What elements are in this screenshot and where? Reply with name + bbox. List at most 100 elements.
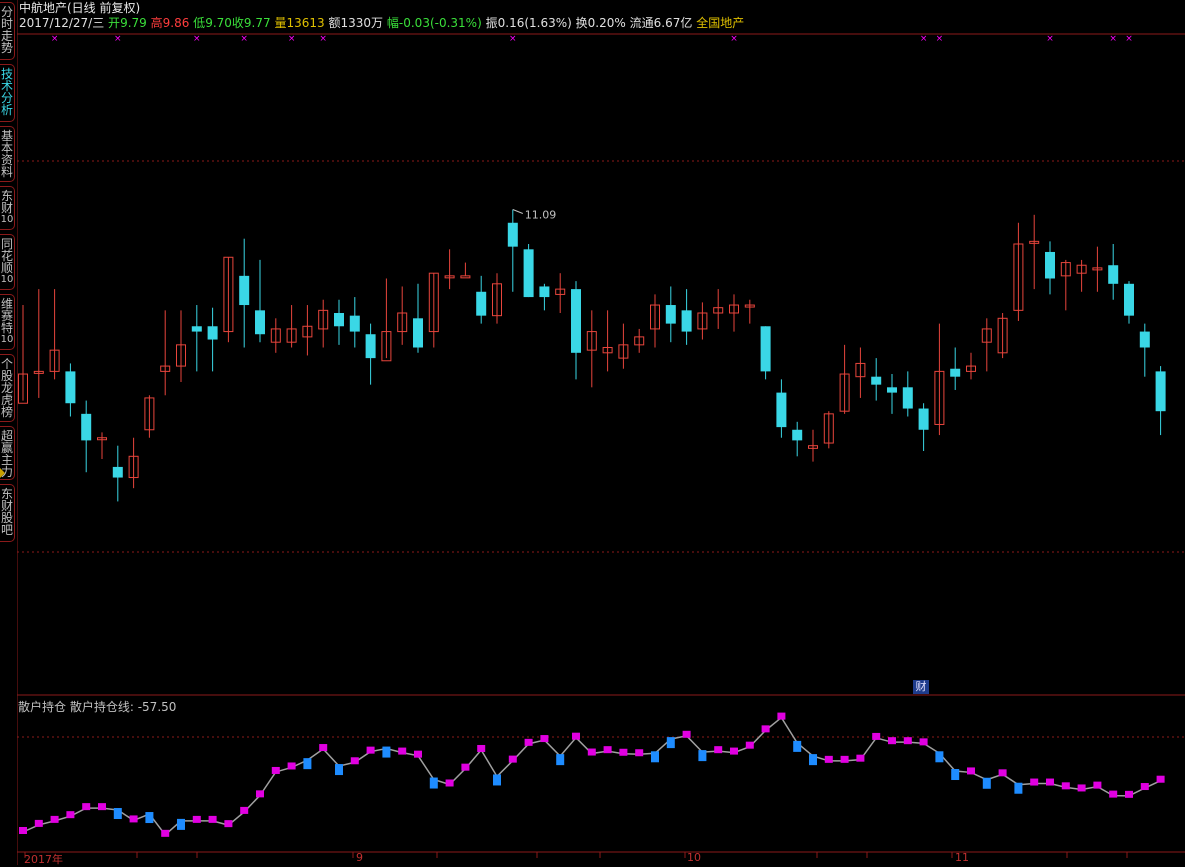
indicator-bar-up bbox=[1030, 778, 1039, 786]
indicator-bar-down bbox=[951, 769, 960, 781]
indicator-bar-up bbox=[840, 755, 849, 763]
sidebar-tab-label: 同花顺 bbox=[0, 237, 13, 275]
sidebar-tab-0[interactable]: 分时走势 bbox=[0, 2, 15, 60]
sidebar-tab-8[interactable]: 东财股吧 bbox=[0, 484, 15, 542]
indicator-bar-up bbox=[477, 744, 486, 752]
indicator-bar-up bbox=[919, 738, 928, 746]
indicator-bar-up bbox=[271, 766, 280, 774]
candle-body-down bbox=[887, 387, 897, 393]
sidebar-tab-6[interactable]: 个股龙虎榜 bbox=[0, 354, 15, 422]
candle-body-down bbox=[1045, 251, 1055, 279]
indicator-bar-up bbox=[603, 746, 612, 754]
signal-marker: × bbox=[51, 34, 59, 44]
candle-body-down bbox=[681, 310, 692, 332]
sidebar-tab-label: 东财 bbox=[0, 189, 13, 215]
signal-marker: × bbox=[920, 34, 928, 44]
indicator-bar-up bbox=[34, 819, 43, 827]
candle-body-down bbox=[1139, 331, 1150, 348]
indicator-bar-up bbox=[903, 737, 912, 745]
indicator-bar-up bbox=[967, 767, 975, 775]
sidebar-tab-3[interactable]: 东财 10 bbox=[0, 186, 15, 230]
indicator-bar-up bbox=[1140, 783, 1149, 791]
indicator-title: 散户持仓 散户持仓线: -57.50 bbox=[18, 698, 176, 715]
sidebar-tab-4[interactable]: 同花顺 10 bbox=[0, 234, 15, 290]
indicator-bar-up bbox=[682, 730, 691, 738]
signal-marker: × bbox=[114, 34, 122, 44]
signal-marker: × bbox=[193, 34, 201, 44]
indicator-bar-up bbox=[161, 829, 170, 837]
indicator-name: 散户持仓 bbox=[18, 700, 67, 714]
indicator-bar-up bbox=[540, 735, 549, 743]
indicator-bar-down bbox=[493, 774, 501, 786]
high-label: 11.09 bbox=[525, 209, 557, 222]
indicator-bar-up bbox=[745, 741, 754, 749]
indicator-bar-up bbox=[888, 737, 896, 745]
sidebar-tab-5[interactable]: 维赛特 10 bbox=[0, 294, 15, 350]
x-axis-label-sep: 9 bbox=[356, 851, 363, 864]
signal-marker: × bbox=[730, 34, 738, 44]
candle-body-down bbox=[65, 371, 76, 404]
candle-body-down bbox=[365, 334, 376, 359]
signal-marker: × bbox=[319, 34, 327, 44]
indicator-bar-up bbox=[619, 748, 628, 756]
indicator-bar-up bbox=[319, 744, 328, 752]
sidebar-tab-label: 分时走势 bbox=[0, 5, 13, 55]
indicator-bar-down bbox=[177, 818, 185, 830]
indicator-bar-up bbox=[872, 732, 881, 740]
indicator-bar-up bbox=[714, 746, 723, 754]
signal-marker: × bbox=[1109, 34, 1117, 44]
signal-marker: × bbox=[240, 34, 248, 44]
indicator-bar-up bbox=[192, 815, 201, 823]
indicator-bar-up bbox=[398, 747, 407, 755]
candle-body-down bbox=[81, 413, 92, 441]
indicator-bar-down bbox=[809, 754, 817, 766]
indicator-bar-up bbox=[461, 763, 470, 771]
indicator-bar-up bbox=[445, 779, 454, 787]
indicator-bar-up bbox=[224, 820, 233, 828]
finance-badge[interactable]: 财 bbox=[913, 680, 929, 694]
kline-chart[interactable]: × × × × × × × × × × × × × 11.09 bbox=[17, 0, 1185, 865]
candle-body-down bbox=[902, 387, 913, 409]
indicator-bar-up bbox=[19, 827, 27, 834]
candle-body-down bbox=[665, 305, 676, 324]
indicator-bar-up bbox=[1125, 790, 1133, 798]
candle-body-down bbox=[871, 376, 882, 385]
candle-body-down bbox=[349, 315, 360, 332]
indicator-bar-up bbox=[761, 725, 770, 733]
candle-body-down bbox=[1155, 371, 1166, 412]
sidebar-tab-2[interactable]: 基本资料 bbox=[0, 126, 15, 182]
indicator-value: -57.50 bbox=[137, 700, 177, 714]
indicator-bar-up bbox=[524, 738, 533, 746]
indicator-bar-down bbox=[382, 746, 391, 758]
candle-body-down bbox=[239, 275, 250, 306]
candle-body-down bbox=[476, 291, 487, 316]
indicator-line-label: 散户持仓线: bbox=[69, 700, 134, 714]
indicator-bar-down bbox=[145, 812, 154, 824]
indicator-bar-down bbox=[556, 754, 565, 766]
x-axis-label-oct: 10 bbox=[687, 851, 701, 864]
candle-body-down bbox=[1108, 265, 1119, 284]
indicator-bar-up bbox=[256, 790, 264, 798]
sidebar-tab-1[interactable]: 技术分析 bbox=[0, 64, 15, 122]
indicator-bar-up bbox=[777, 712, 786, 720]
candle-body-down bbox=[207, 326, 218, 340]
indicator-bar-up bbox=[98, 803, 106, 811]
indicator-bar-up bbox=[366, 746, 375, 754]
expand-arrow-icon[interactable] bbox=[0, 468, 5, 478]
indicator-bar-up bbox=[1109, 790, 1118, 798]
indicator-bar-up bbox=[208, 815, 217, 823]
indicator-bar-down bbox=[303, 758, 312, 770]
indicator-bar-up bbox=[824, 755, 833, 763]
indicator-bar-up bbox=[856, 754, 865, 762]
sidebar-tab-label: 东财股吧 bbox=[0, 487, 13, 537]
signal-marker: × bbox=[288, 34, 296, 44]
candle-body-down bbox=[191, 326, 202, 332]
indicator-bar-down bbox=[335, 764, 343, 776]
sidebar-tab-count: 10 bbox=[0, 274, 14, 285]
indicator-bar-up bbox=[287, 762, 296, 770]
indicator-bar-down bbox=[982, 777, 991, 789]
candle-body-down bbox=[571, 289, 581, 353]
candle-body-down bbox=[918, 408, 929, 430]
indicator-bar-up bbox=[1077, 784, 1086, 792]
candle-body-down bbox=[950, 368, 961, 377]
